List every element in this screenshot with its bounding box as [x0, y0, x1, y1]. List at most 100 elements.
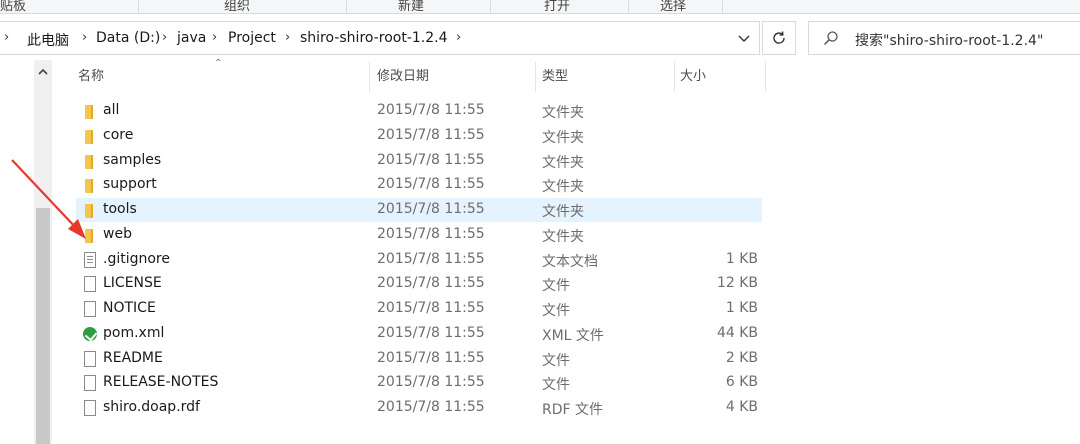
file-size: 2 KB: [725, 349, 758, 366]
column-divider[interactable]: [674, 62, 675, 92]
file-type: 文件: [542, 352, 570, 369]
breadcrumb-chevron-icon[interactable]: ›: [212, 30, 217, 45]
ribbon-separator: [628, 0, 629, 13]
search-icon: [823, 31, 838, 46]
file-row[interactable]: .gitignore 2015/7/8 11:55 文本文档 1 KB: [76, 248, 762, 272]
file-icon: [82, 301, 98, 317]
scroll-up-button[interactable]: [34, 64, 52, 82]
ribbon-separator: [722, 0, 723, 13]
address-bar[interactable]: › 此电脑 › Data (D:) › java › Project › shi…: [0, 21, 760, 55]
breadcrumb-data-drive[interactable]: Data (D:): [96, 30, 160, 46]
file-modified-date: 2015/7/8 11:55: [377, 349, 485, 366]
folder-icon: [82, 128, 98, 144]
file-size: 4 KB: [725, 399, 758, 415]
file-row[interactable]: all 2015/7/8 11:55 文件夹: [76, 99, 762, 123]
breadcrumb-chevron-icon[interactable]: ›: [456, 30, 461, 45]
breadcrumb-chevron-icon[interactable]: ›: [285, 30, 290, 45]
breadcrumb-chevron-icon[interactable]: ›: [162, 30, 167, 45]
xml-file-icon: [82, 326, 98, 342]
breadcrumb-chevron-icon[interactable]: ›: [82, 30, 87, 45]
file-name: .gitignore: [103, 250, 170, 267]
file-name: shiro.doap.rdf: [103, 399, 200, 415]
column-divider[interactable]: [765, 62, 766, 92]
file-modified-date: 2015/7/8 11:55: [377, 201, 485, 217]
file-name: README: [103, 349, 163, 366]
file-name: RELEASE-NOTES: [103, 374, 219, 391]
file-type: 文件: [542, 278, 570, 295]
file-size: 1 KB: [725, 300, 758, 316]
file-type: 文件: [542, 377, 570, 394]
navigation-pane-scrollbar[interactable]: [34, 60, 52, 444]
file-modified-date: 2015/7/8 11:55: [377, 275, 485, 292]
address-history-dropdown[interactable]: [734, 26, 754, 50]
ribbon-separator: [346, 0, 347, 13]
file-size: 1 KB: [725, 250, 758, 267]
column-header-name[interactable]: 名称: [78, 62, 368, 92]
file-name: tools: [103, 201, 137, 217]
file-row[interactable]: LICENSE 2015/7/8 11:55 文件 12 KB: [76, 272, 762, 296]
file-type: 文件: [542, 303, 570, 319]
file-row[interactable]: shiro.doap.rdf 2015/7/8 11:55 RDF 文件 4 KB: [76, 396, 762, 420]
file-modified-date: 2015/7/8 11:55: [377, 102, 485, 118]
breadcrumb-chevron-icon[interactable]: ›: [4, 30, 9, 45]
file-modified-date: 2015/7/8 11:55: [377, 176, 485, 193]
file-type: 文件夹: [542, 179, 584, 196]
chevron-down-icon: [738, 35, 750, 42]
file-row[interactable]: RELEASE-NOTES 2015/7/8 11:55 文件 6 KB: [76, 371, 762, 395]
file-row[interactable]: README 2015/7/8 11:55 文件 2 KB: [76, 347, 762, 371]
column-divider[interactable]: [535, 62, 536, 92]
file-name: samples: [103, 151, 162, 168]
file-size: 44 KB: [716, 324, 758, 341]
file-type: 文件夹: [542, 105, 584, 121]
file-size: 6 KB: [725, 374, 758, 391]
file-type: 文本文档: [542, 253, 598, 270]
file-row[interactable]: web 2015/7/8 11:55 文件夹: [76, 223, 762, 247]
file-type: 文件夹: [542, 228, 584, 245]
file-icon: [82, 276, 98, 293]
file-name: web: [103, 225, 132, 242]
file-name: core: [103, 126, 134, 143]
ribbon-group-new: 新建: [398, 0, 425, 14]
text-file-icon: [82, 251, 98, 268]
file-icon: [82, 375, 98, 392]
file-row[interactable]: pom.xml 2015/7/8 11:55 XML 文件 44 KB: [76, 322, 762, 346]
file-row[interactable]: NOTICE 2015/7/8 11:55 文件 1 KB: [76, 297, 762, 321]
file-row[interactable]: core 2015/7/8 11:55 文件夹: [76, 124, 762, 148]
breadcrumb-java[interactable]: java: [177, 30, 206, 46]
file-modified-date: 2015/7/8 11:55: [377, 324, 485, 341]
ribbon-group-labels: 贴板 组织 新建 打开 选择: [0, 0, 1080, 14]
file-type: 文件夹: [542, 204, 584, 220]
breadcrumb-project[interactable]: Project: [228, 30, 276, 46]
file-modified-date: 2015/7/8 11:55: [377, 374, 485, 391]
file-row[interactable]: tools 2015/7/8 11:55 文件夹: [76, 198, 762, 222]
file-modified-date: 2015/7/8 11:55: [377, 151, 485, 168]
file-modified-date: 2015/7/8 11:55: [377, 399, 485, 415]
file-modified-date: 2015/7/8 11:55: [377, 300, 485, 316]
column-header-type[interactable]: 类型: [542, 62, 672, 92]
refresh-button[interactable]: [762, 21, 796, 55]
column-header-size[interactable]: 大小: [680, 62, 760, 92]
search-box[interactable]: 搜索"shiro-shiro-root-1.2.4": [808, 21, 1080, 55]
file-name: pom.xml: [103, 324, 165, 341]
file-row[interactable]: samples 2015/7/8 11:55 文件夹: [76, 149, 762, 173]
ribbon-separator: [490, 0, 491, 13]
file-type: XML 文件: [542, 327, 604, 344]
file-type: RDF 文件: [542, 402, 604, 418]
ribbon-group-open: 打开: [544, 0, 571, 14]
column-divider[interactable]: [369, 62, 370, 92]
breadcrumb-this-pc[interactable]: 此电脑: [27, 30, 69, 50]
breadcrumb-current-folder[interactable]: shiro-shiro-root-1.2.4: [300, 30, 448, 46]
file-modified-date: 2015/7/8 11:55: [377, 250, 485, 267]
search-input[interactable]: 搜索"shiro-shiro-root-1.2.4": [855, 30, 1043, 50]
ribbon-group-organize: 组织: [224, 0, 251, 14]
file-modified-date: 2015/7/8 11:55: [377, 225, 485, 242]
file-type: 文件夹: [542, 154, 584, 171]
file-size: 12 KB: [716, 275, 758, 292]
file-row[interactable]: support 2015/7/8 11:55 文件夹: [76, 173, 762, 197]
file-type: 文件夹: [542, 129, 584, 146]
folder-icon: [82, 103, 98, 119]
ribbon-group-select: 选择: [660, 0, 687, 14]
annotation-arrow-icon: [11, 159, 86, 239]
column-header-modified[interactable]: 修改日期: [377, 62, 533, 92]
file-modified-date: 2015/7/8 11:55: [377, 126, 485, 143]
